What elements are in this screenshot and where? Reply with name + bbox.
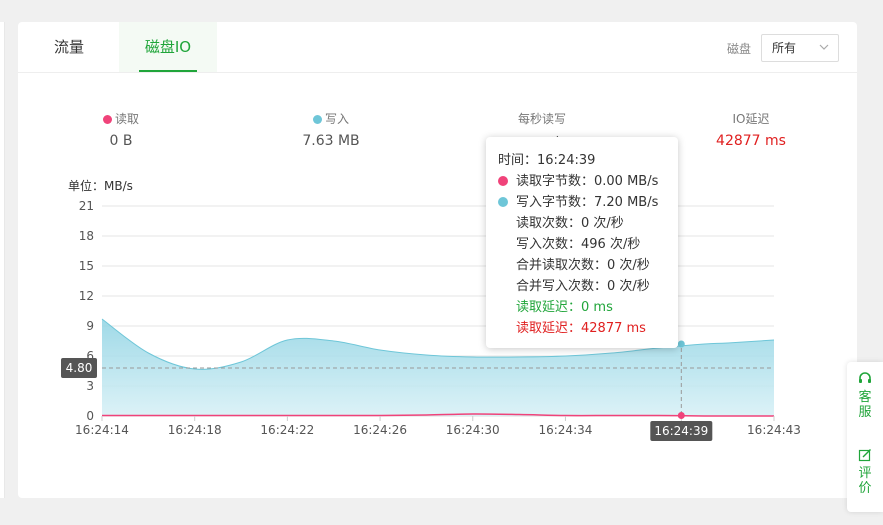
tooltip-read-bytes: 读取字节数：0.00 MB/s (516, 174, 659, 189)
tooltip-row: 读取字节数：0.00 MB/s (498, 171, 666, 192)
read-dot-icon (498, 176, 508, 186)
tooltip-write-bytes: 写入字节数：7.20 MB/s (516, 195, 659, 210)
tooltip-read-count: 读取次数：0 次/秒 (516, 216, 624, 231)
tooltip-time: 时间：16:24:39 (498, 153, 596, 168)
customer-service-label: 客服 (858, 390, 872, 420)
y-tick-label: 21 (79, 199, 94, 213)
y-tick-label: 18 (79, 229, 94, 243)
review-label: 评价 (858, 466, 872, 496)
tooltip-merged-read: 合并读取次数：0 次/秒 (516, 258, 650, 273)
x-tick-label: 16:24:26 (353, 423, 407, 437)
chart-tooltip: 时间：16:24:39 读取字节数：0.00 MB/s 写入字节数：7.20 M… (486, 137, 678, 348)
tooltip-io-latency: 读取延迟：42877 ms (516, 321, 646, 336)
tooltip-write-count: 写入次数：496 次/秒 (516, 237, 641, 252)
tooltip-read-latency: 读取延迟：0 ms (516, 300, 613, 315)
crosshair-x-label: 16:24:39 (654, 424, 708, 438)
y-tick-label: 3 (86, 379, 94, 393)
crosshair-y-label: 4.80 (66, 361, 93, 375)
y-tick-label: 9 (86, 319, 94, 333)
disk-io-chart[interactable]: 03691215182116:24:14 16:24:18 16:24:22 16:2… (0, 0, 883, 525)
floating-side-widget: 客服 评价 (847, 362, 883, 512)
tooltip-merged-write: 合并写入次数：0 次/秒 (516, 279, 650, 294)
write-dot-icon (498, 197, 508, 207)
x-tick-label: 16:24:14 (75, 423, 129, 437)
edit-icon (858, 449, 871, 462)
x-tick-label: 16:24:30 (446, 423, 500, 437)
x-tick-label: 16:24:43 (747, 423, 801, 437)
y-tick-label: 12 (79, 289, 94, 303)
write-hover-point (677, 340, 685, 348)
x-tick-label: 16:24:18 (168, 423, 222, 437)
review-button[interactable]: 评价 (847, 448, 883, 496)
y-tick-label: 15 (79, 259, 94, 273)
tooltip-row: 写入字节数：7.20 MB/s (498, 192, 666, 213)
x-tick-label: 16:24:34 (538, 423, 592, 437)
x-tick-label: 16:24:22 (260, 423, 314, 437)
headset-icon (859, 372, 871, 383)
y-tick-label: 0 (86, 409, 94, 423)
read-hover-point (677, 412, 685, 419)
customer-service-button[interactable]: 客服 (847, 372, 883, 420)
